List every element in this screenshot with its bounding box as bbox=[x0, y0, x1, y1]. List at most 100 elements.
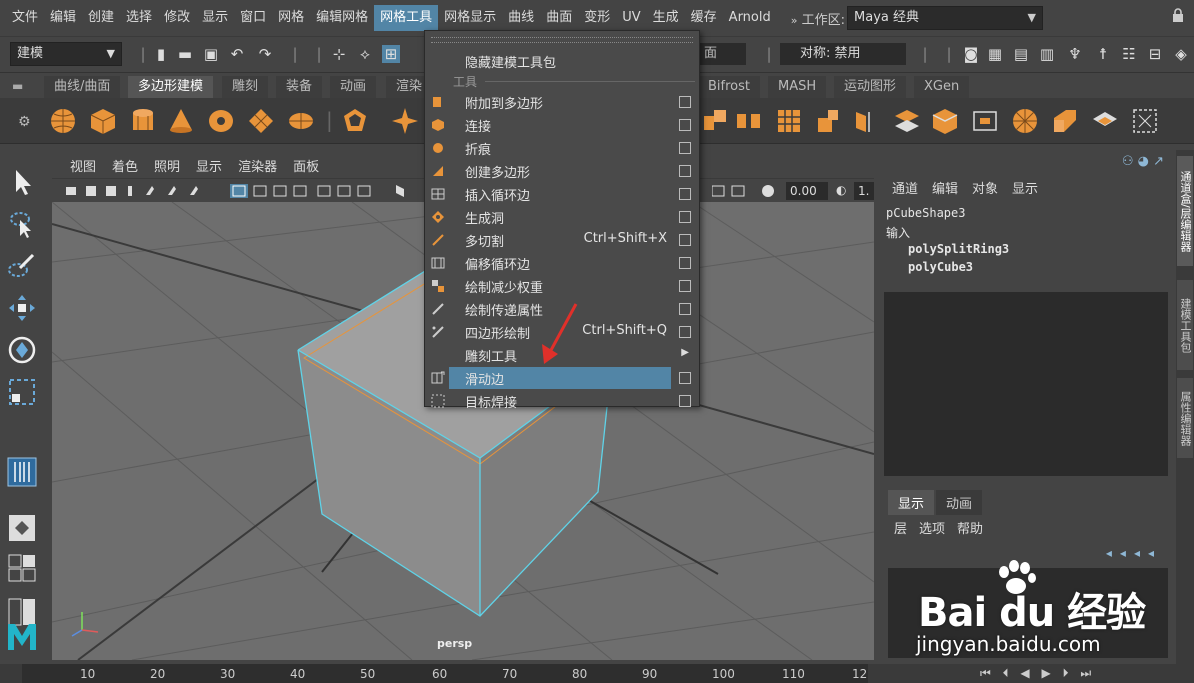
option-box[interactable] bbox=[679, 142, 691, 154]
vp-menu-renderer[interactable]: 渲染器 bbox=[230, 156, 285, 175]
input-node[interactable]: polyCube3 bbox=[908, 260, 973, 274]
channel-box-header-icons[interactable]: ⚇ ◕ ↗ bbox=[1122, 154, 1164, 169]
save-scene-icon[interactable]: ▣ bbox=[202, 45, 220, 63]
menu-select[interactable]: 选择 bbox=[120, 5, 158, 31]
select-by-hierarchy-icon[interactable]: ⊹ bbox=[330, 45, 348, 63]
vp-menu-panels[interactable]: 面板 bbox=[285, 156, 327, 175]
time-slider-strip[interactable]: 10 20 30 40 50 60 70 80 90 100 110 12 bbox=[22, 664, 868, 683]
menu-arnold[interactable]: Arnold bbox=[723, 5, 777, 31]
poly-platonic-icon[interactable] bbox=[340, 106, 370, 136]
input-node[interactable]: polySplitRing3 bbox=[908, 242, 1009, 256]
render-current-icon[interactable]: ▦ bbox=[986, 45, 1004, 63]
option-box[interactable] bbox=[679, 303, 691, 315]
gamma-field[interactable]: 1. bbox=[854, 182, 874, 200]
layer-menu-options[interactable]: 选项 bbox=[919, 518, 945, 537]
render-settings-icon[interactable]: ▥ bbox=[1038, 45, 1056, 63]
attribute-icon[interactable]: ◈ bbox=[1172, 45, 1190, 63]
extrude-icon[interactable] bbox=[892, 106, 922, 136]
shelf-tab-motion-graphics[interactable]: 运动图形 bbox=[834, 76, 907, 98]
shelf-tab-bifrost[interactable]: Bifrost bbox=[698, 76, 760, 98]
menu-display[interactable]: 显示 bbox=[196, 5, 234, 31]
shelf-tab-xgen[interactable]: XGen bbox=[914, 76, 970, 98]
option-box[interactable] bbox=[679, 395, 691, 407]
rotate-tool-icon[interactable] bbox=[6, 334, 38, 366]
side-tab-attribute-editor[interactable]: 属性编辑器 bbox=[1177, 378, 1193, 458]
option-box[interactable] bbox=[679, 211, 691, 223]
ipr-render-icon[interactable]: ▤ bbox=[1012, 45, 1030, 63]
redo-icon[interactable]: ↷ bbox=[256, 45, 274, 63]
menu-cache[interactable]: 缓存 bbox=[685, 5, 723, 31]
time-slider[interactable]: 10 20 30 40 50 60 70 80 90 100 110 12 ⏮ … bbox=[0, 664, 1194, 683]
shelf-tab-animation[interactable]: 动画 bbox=[330, 76, 377, 98]
single-view-layout-icon[interactable] bbox=[6, 512, 38, 544]
bridge-icon[interactable] bbox=[930, 106, 960, 136]
menu-mesh-display[interactable]: 网格显示 bbox=[438, 5, 502, 31]
workspace-select[interactable]: Maya 经典 ▼ bbox=[847, 6, 1044, 30]
undo-icon[interactable]: ↶ bbox=[228, 45, 246, 63]
tearoff-handle[interactable] bbox=[431, 37, 693, 43]
wedge-icon[interactable] bbox=[1050, 106, 1080, 136]
cb-menu-channels[interactable]: 通道 bbox=[892, 178, 918, 197]
menu-item-multi-cut[interactable]: 多切割 Ctrl+Shift+X bbox=[425, 229, 699, 251]
menu-item-make-hole[interactable]: 生成洞 bbox=[425, 206, 699, 228]
select-by-object-icon[interactable]: ⟡ bbox=[356, 45, 374, 63]
menu-item-target-weld[interactable]: 目标焊接 bbox=[425, 390, 699, 412]
shelf-settings-icon[interactable]: ⚙ bbox=[18, 114, 31, 130]
option-box[interactable] bbox=[679, 372, 691, 384]
shelf-tab-poly-modeling[interactable]: 多边形建模 bbox=[128, 76, 214, 98]
fill-hole-icon[interactable] bbox=[1090, 106, 1120, 136]
menu-set-select[interactable]: 建模 ▼ bbox=[10, 42, 122, 66]
menu-file[interactable]: 文件 bbox=[6, 5, 44, 31]
hypershade-icon[interactable]: ♆ bbox=[1066, 45, 1084, 63]
menu-item-paint-reduce-weights[interactable]: 绘制减少权重 bbox=[425, 275, 699, 297]
hide-modeling-toolkit-item[interactable]: 隐藏建模工具包 bbox=[465, 52, 556, 71]
poly-sphere-icon[interactable] bbox=[48, 106, 78, 136]
symmetry-select[interactable]: 对称: 禁用 bbox=[780, 43, 906, 65]
poly-cube-icon[interactable] bbox=[88, 106, 118, 136]
separate-icon[interactable] bbox=[734, 106, 764, 136]
partial-field[interactable]: 面 bbox=[700, 43, 746, 65]
lasso-tool-icon[interactable] bbox=[6, 208, 38, 240]
vp-menu-view[interactable]: 视图 bbox=[62, 156, 104, 175]
mirror-icon[interactable] bbox=[852, 106, 882, 136]
render-view-icon[interactable]: ◙ bbox=[962, 45, 980, 63]
menu-surfaces[interactable]: 曲面 bbox=[540, 5, 578, 31]
viewport-toolbar-right-icons[interactable] bbox=[712, 183, 782, 199]
poke-icon[interactable] bbox=[1010, 106, 1040, 136]
option-box[interactable] bbox=[679, 257, 691, 269]
side-tab-channel-box[interactable]: 通道盒/层编辑器 bbox=[1177, 156, 1193, 266]
combine-icon[interactable] bbox=[700, 106, 730, 136]
paint-select-tool-icon[interactable] bbox=[6, 250, 38, 282]
modeling-toolkit-icon[interactable]: ⊟ bbox=[1146, 45, 1164, 63]
vp-menu-show[interactable]: 显示 bbox=[188, 156, 230, 175]
shelf-menu-icon[interactable]: ▬ bbox=[12, 79, 32, 93]
poly-disc-icon[interactable] bbox=[286, 106, 316, 136]
shelf-tab-rigging[interactable]: 装备 bbox=[276, 76, 323, 98]
move-tool-icon[interactable] bbox=[6, 292, 38, 324]
menu-item-insert-edge-loop[interactable]: 插入循环边 bbox=[425, 183, 699, 205]
new-scene-icon[interactable]: ▮ bbox=[152, 45, 170, 63]
option-box[interactable] bbox=[679, 96, 691, 108]
playback-controls-icon[interactable]: ⏮ ⏴ ◀ ▶ ⏵ ⏭ bbox=[980, 666, 1095, 681]
menu-modify[interactable]: 修改 bbox=[158, 5, 196, 31]
reduce-icon[interactable] bbox=[814, 106, 844, 136]
shelf-tab-sculpting[interactable]: 雕刻 bbox=[222, 76, 269, 98]
shelf-tab-mash[interactable]: MASH bbox=[768, 76, 827, 98]
viewport-toolbar-icons[interactable] bbox=[58, 183, 418, 199]
poly-torus-icon[interactable] bbox=[206, 106, 236, 136]
four-view-layout-icon[interactable] bbox=[6, 552, 38, 584]
cb-menu-object[interactable]: 对象 bbox=[972, 178, 998, 197]
scale-tool-icon[interactable] bbox=[6, 376, 38, 408]
layer-menu-help[interactable]: 帮助 bbox=[957, 518, 983, 537]
option-box[interactable] bbox=[679, 188, 691, 200]
cb-menu-show[interactable]: 显示 bbox=[1012, 178, 1038, 197]
option-box[interactable] bbox=[679, 119, 691, 131]
target-weld-shelf-icon[interactable] bbox=[1130, 106, 1160, 136]
shelf-tab-curves[interactable]: 曲线/曲面 bbox=[44, 76, 121, 98]
select-by-component-icon[interactable]: ⊞ bbox=[382, 45, 400, 63]
poly-cone-icon[interactable] bbox=[166, 106, 196, 136]
layer-tab-display[interactable]: 显示 bbox=[888, 490, 935, 515]
poly-cylinder-icon[interactable] bbox=[128, 106, 158, 136]
layer-action-icons[interactable]: ◂◂◂◂ bbox=[1106, 546, 1162, 560]
menu-create[interactable]: 创建 bbox=[82, 5, 120, 31]
